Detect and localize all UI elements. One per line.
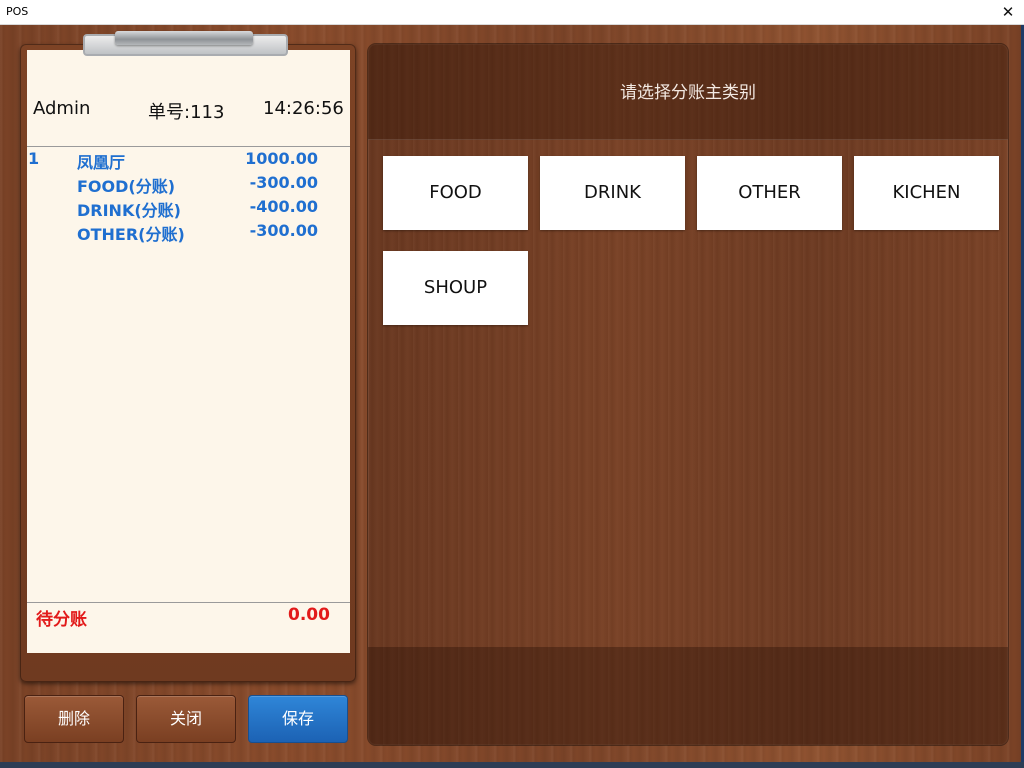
category-panel: 请选择分账主类别 FOOD DRINK OTHER KICHEN SHOUP xyxy=(368,44,1008,745)
category-prompt: 请选择分账主类别 xyxy=(620,83,756,103)
category-shoup-button[interactable]: SHOUP xyxy=(383,251,528,325)
line-item-name[interactable]: 凤凰厅 xyxy=(77,149,125,173)
pending-label: 待分账 xyxy=(36,610,87,630)
background-strip xyxy=(0,762,1024,768)
order-number: 单号:113 xyxy=(148,102,225,123)
close-button[interactable]: 关闭 xyxy=(136,695,236,743)
save-button[interactable]: 保存 xyxy=(248,695,348,743)
line-item-name[interactable]: OTHER(分账) xyxy=(77,221,185,245)
receipt-paper xyxy=(27,50,350,653)
pending-amount: 0.00 xyxy=(288,605,330,625)
line-item-name[interactable]: FOOD(分账) xyxy=(77,173,175,197)
line-item-amount: -400.00 xyxy=(249,197,318,216)
category-kichen-button[interactable]: KICHEN xyxy=(854,156,999,230)
category-panel-footer xyxy=(368,647,1008,745)
total-divider xyxy=(27,602,350,603)
line-item-amount: -300.00 xyxy=(249,173,318,192)
category-panel-header: 请选择分账主类别 xyxy=(368,44,1008,140)
order-time: 14:26:56 xyxy=(263,98,344,119)
category-drink-button[interactable]: DRINK xyxy=(540,156,685,230)
line-item-amount: 1000.00 xyxy=(245,149,318,168)
operator-name: Admin xyxy=(33,98,91,119)
delete-button[interactable]: 删除 xyxy=(24,695,124,743)
line-item-name[interactable]: DRINK(分账) xyxy=(77,197,181,221)
title-bar: POS ✕ xyxy=(0,0,1024,25)
clipboard-clip-bar xyxy=(115,31,253,45)
line-number: 1 xyxy=(28,149,40,168)
category-other-button[interactable]: OTHER xyxy=(697,156,842,230)
close-icon[interactable]: ✕ xyxy=(992,0,1024,24)
category-food-button[interactable]: FOOD xyxy=(383,156,528,230)
line-item-amount: -300.00 xyxy=(249,221,318,240)
window-title: POS xyxy=(6,5,29,18)
header-divider xyxy=(27,146,350,147)
